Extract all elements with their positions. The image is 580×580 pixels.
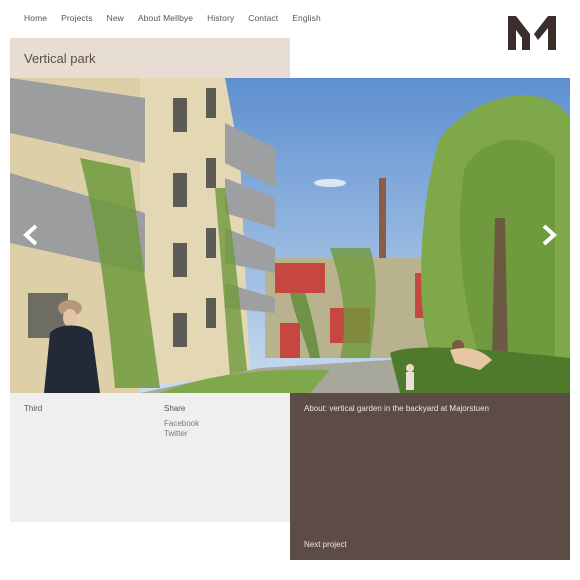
- chevron-left-icon: [23, 224, 38, 246]
- nav-contact[interactable]: Contact: [248, 13, 278, 23]
- m-monogram-icon[interactable]: [508, 16, 558, 50]
- nav-english[interactable]: English: [292, 13, 321, 23]
- about-panel: About: vertical garden in the backyard a…: [290, 393, 570, 560]
- share-label: Share: [164, 404, 186, 413]
- page-title: Vertical park: [24, 51, 96, 66]
- next-project-link[interactable]: Next project: [304, 540, 347, 549]
- project-category: Third: [24, 404, 43, 413]
- nav-history[interactable]: History: [207, 13, 234, 23]
- share-section: Share Facebook Twitter: [164, 404, 199, 439]
- share-facebook-link[interactable]: Facebook: [164, 419, 199, 429]
- next-slide-button[interactable]: [540, 224, 558, 246]
- share-twitter-link[interactable]: Twitter: [164, 429, 199, 439]
- nav-projects[interactable]: Projects: [61, 13, 93, 23]
- page-title-box: Vertical park: [10, 38, 290, 78]
- chevron-right-icon: [542, 224, 557, 246]
- hero-image: [10, 78, 570, 393]
- prev-slide-button[interactable]: [22, 224, 40, 246]
- about-text: About: vertical garden in the backyard a…: [304, 404, 489, 413]
- project-details: Third Share Facebook Twitter: [10, 393, 290, 522]
- nav-new[interactable]: New: [107, 13, 124, 23]
- nav-home[interactable]: Home: [24, 13, 47, 23]
- nav-about-mellbye[interactable]: About Mellbye: [138, 13, 193, 23]
- main-nav: Home Projects New About Mellbye History …: [24, 13, 335, 23]
